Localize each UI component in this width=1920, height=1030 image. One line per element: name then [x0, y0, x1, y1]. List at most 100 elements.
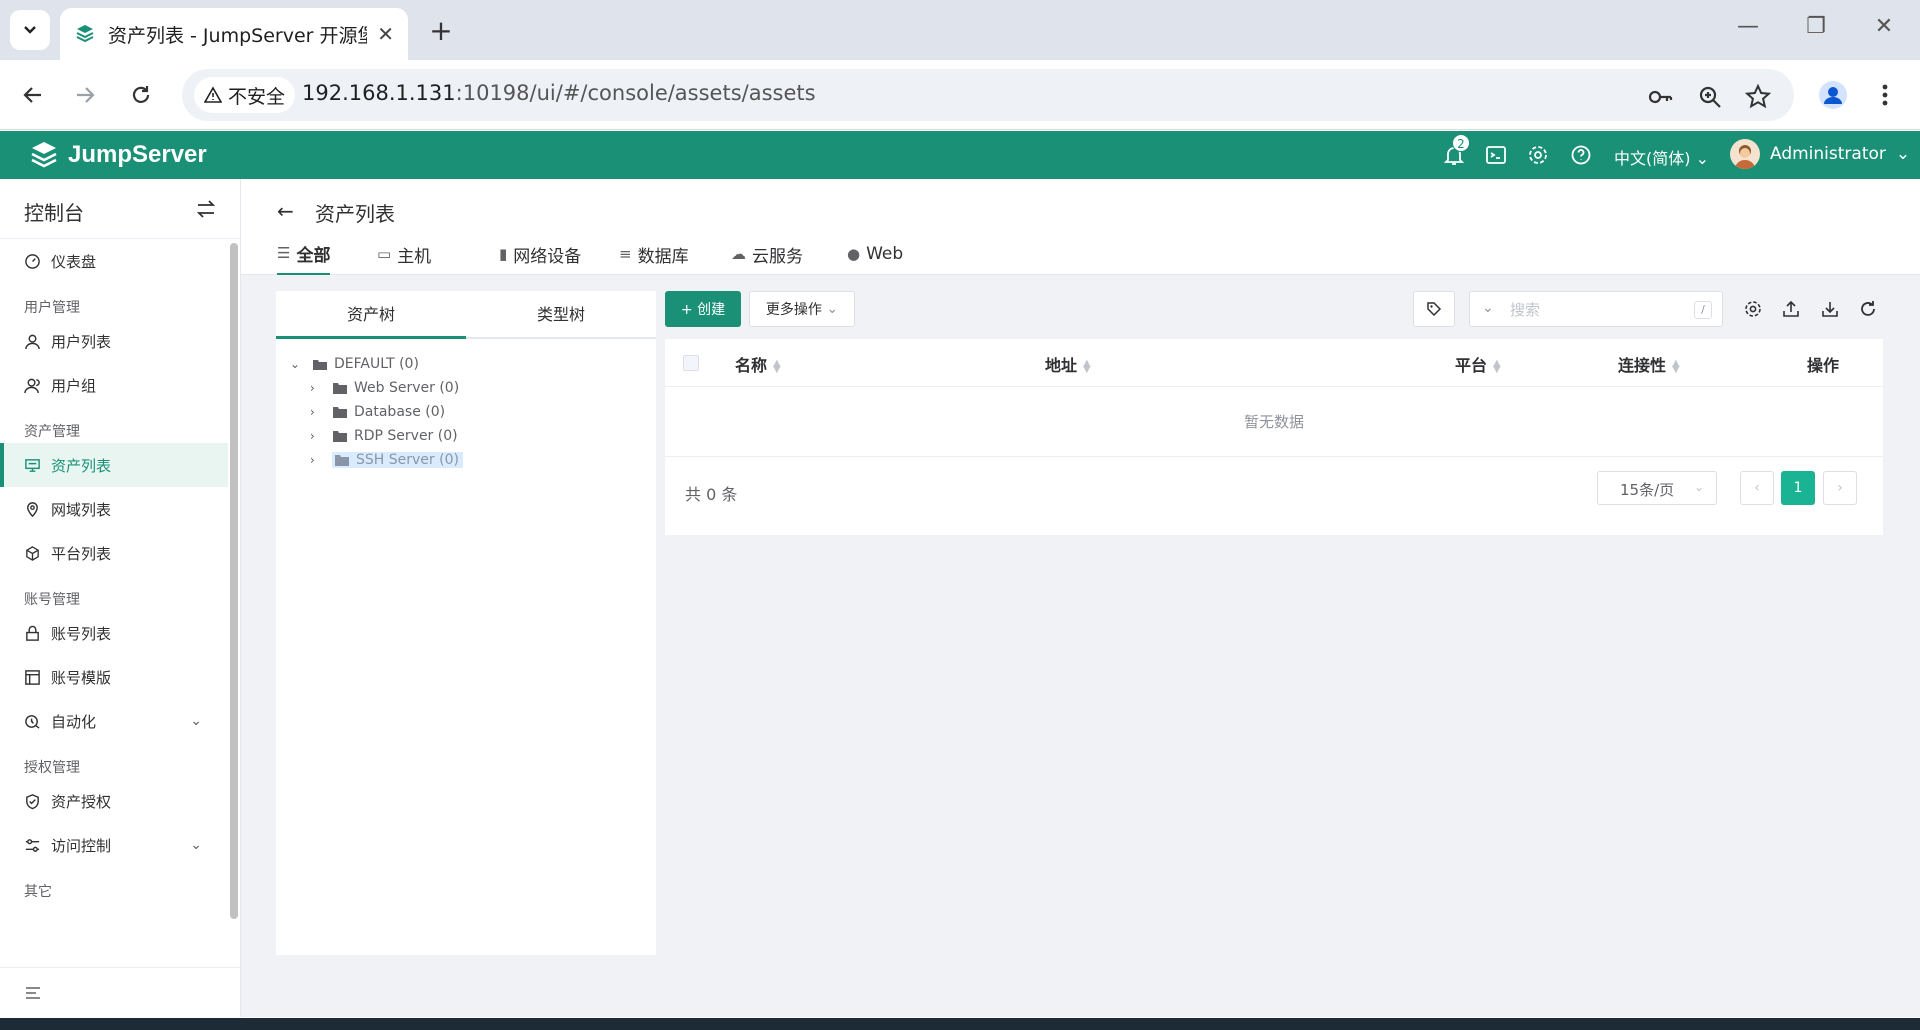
create-button[interactable]: + 创建 [665, 291, 741, 327]
address-bar[interactable]: 不安全 192.168.1.131:10198/ui/#/console/ass… [182, 69, 1794, 121]
sidebar-scrollbar[interactable] [230, 243, 238, 919]
jumpserver-logo-icon [31, 142, 57, 168]
security-indicator[interactable]: 不安全 [194, 77, 296, 113]
tree-node-label: RDP Server (0) [354, 428, 458, 444]
gear-icon[interactable] [1527, 144, 1549, 166]
sidebar-item[interactable]: 账号模版 [0, 655, 228, 699]
next-page-button[interactable]: › [1823, 471, 1857, 505]
sidebar-item[interactable]: 仪表盘 [0, 239, 228, 283]
chevron-right-icon[interactable]: › [310, 381, 322, 395]
select-all-checkbox[interactable] [683, 355, 699, 371]
page-number-current[interactable]: 1 [1781, 471, 1815, 505]
sidebar-item[interactable]: 账号列表 [0, 611, 228, 655]
close-window-button[interactable]: ✕ [1864, 14, 1904, 39]
chevron-right-icon[interactable]: › [310, 453, 322, 467]
terminal-icon[interactable] [1485, 144, 1507, 166]
tree-node[interactable]: › Web Server (0) [310, 377, 459, 399]
user-menu[interactable]: Administrator ⌄ [1730, 139, 1910, 169]
tree-node-content[interactable]: RDP Server (0) [332, 428, 458, 444]
logo-text: JumpServer [68, 141, 207, 168]
search-shortcut-hint: / [1694, 301, 1712, 319]
column-header-name[interactable]: 名称 ▲ ▼ [735, 352, 781, 376]
close-tab-icon[interactable]: ✕ [377, 22, 394, 46]
collapse-menu-icon[interactable] [24, 984, 42, 1002]
prev-page-button[interactable]: ‹ [1740, 471, 1774, 505]
tab-category[interactable]: ☰ 全部 [277, 233, 331, 275]
chevron-down-icon[interactable]: ⌄ [290, 357, 302, 371]
reload-button[interactable] [124, 78, 158, 112]
sidebar-item[interactable]: 网域列表 [0, 487, 228, 531]
url-text[interactable]: 192.168.1.131:10198/ui/#/console/assets/… [302, 81, 816, 105]
tree-node[interactable]: › Database (0) [310, 401, 445, 423]
column-header-connectivity[interactable]: 连接性 ▲ ▼ [1618, 352, 1680, 376]
sidebar-item[interactable]: 用户列表 [0, 319, 228, 363]
tab-search-button[interactable] [10, 10, 50, 50]
sort-icon[interactable]: ▲ ▼ [1083, 358, 1091, 374]
sidebar-item-label: 资产授权 [51, 792, 112, 811]
help-icon[interactable] [1570, 144, 1592, 166]
sort-icon[interactable]: ▲ ▼ [773, 358, 781, 374]
sort-icon[interactable]: ▲ ▼ [1672, 358, 1680, 374]
sort-icon[interactable]: ▲ ▼ [1493, 358, 1501, 374]
minimize-button[interactable]: — [1728, 14, 1768, 39]
chevron-down-icon[interactable]: ⌄ [190, 837, 202, 853]
back-button[interactable] [16, 78, 50, 112]
more-actions-button[interactable]: 更多操作 ⌄ [749, 291, 855, 327]
tab-category[interactable]: ▮ 网络设备 [499, 233, 581, 275]
sidebar-item[interactable]: 资产授权 [0, 779, 228, 823]
zoom-icon[interactable] [1696, 83, 1724, 111]
tab-category[interactable]: ≡ 数据库 [619, 233, 689, 275]
tab-category[interactable]: ● Web [847, 233, 903, 275]
tree-node-content[interactable]: Database (0) [332, 404, 445, 420]
logo[interactable]: JumpServer [28, 139, 207, 171]
new-tab-button[interactable]: + [425, 14, 457, 47]
browser-tab[interactable]: 资产列表 - JumpServer 开源堡 ✕ [60, 8, 408, 60]
forward-button[interactable] [68, 78, 102, 112]
chevron-down-icon[interactable]: ⌄ [1482, 300, 1494, 316]
tab-category[interactable]: ☁ 云服务 [731, 233, 803, 275]
back-arrow-icon[interactable]: ← [277, 199, 294, 223]
tree-node[interactable]: › RDP Server (0) [310, 425, 458, 447]
tab-category[interactable]: ▭ 主机 [377, 233, 431, 275]
tag-filter-button[interactable] [1413, 291, 1455, 327]
search-box[interactable]: ⌄ / [1469, 291, 1723, 327]
column-header-platform[interactable]: 平台 ▲ ▼ [1455, 352, 1501, 376]
tab-label: 网络设备 [513, 246, 582, 267]
settings-icon[interactable] [1743, 299, 1763, 319]
upload-icon[interactable] [1781, 299, 1801, 319]
language-switcher[interactable]: 中文(简体) ⌄ [1614, 145, 1709, 169]
chevron-right-icon[interactable]: › [310, 429, 322, 443]
restore-button[interactable]: ❐ [1796, 14, 1836, 39]
sidebar-item[interactable]: 用户组 [0, 363, 228, 407]
swap-icon[interactable] [194, 197, 218, 221]
template-icon [25, 669, 40, 685]
page-size-select[interactable]: 15条/页 ⌄ [1597, 471, 1717, 505]
chevron-down-icon[interactable]: ⌄ [190, 713, 202, 729]
reload-icon [132, 86, 150, 103]
sidebar-item[interactable]: 资产列表 [0, 443, 228, 487]
column-header-address[interactable]: 地址 ▲ ▼ [1045, 352, 1091, 376]
sidebar-item[interactable]: 访问控制 ⌄ [0, 823, 228, 867]
tab-asset-tree[interactable]: 资产树 [276, 291, 466, 339]
tab-label: 云服务 [752, 246, 803, 267]
profile-button[interactable] [1816, 78, 1850, 112]
tree-node[interactable]: › SSH Server (0) [310, 449, 463, 471]
chevron-right-icon[interactable]: › [310, 405, 322, 419]
tree-node-content[interactable]: Web Server (0) [332, 380, 459, 396]
sidebar-item-label: 自动化 [51, 712, 97, 731]
tree-tabs: 资产树 类型树 [276, 291, 656, 339]
refresh-icon[interactable] [1858, 299, 1878, 319]
search-input[interactable] [1510, 298, 1690, 322]
browser-menu-button[interactable] [1868, 78, 1902, 112]
tab-type-tree[interactable]: 类型树 [466, 291, 656, 339]
tree-node-content[interactable]: SSH Server (0) [332, 452, 463, 468]
tree-node-root[interactable]: ⌄ DEFAULT (0) [290, 353, 419, 375]
download-icon[interactable] [1820, 299, 1840, 319]
tab-label: 数据库 [637, 246, 689, 267]
sidebar-item[interactable]: 平台列表 [0, 531, 228, 575]
key-icon[interactable] [1646, 83, 1674, 111]
tree-node-label: DEFAULT (0) [334, 356, 419, 372]
monitor-icon [25, 458, 40, 472]
bookmark-star-icon[interactable] [1744, 83, 1772, 111]
sidebar-item[interactable]: 自动化 ⌄ [0, 699, 228, 743]
